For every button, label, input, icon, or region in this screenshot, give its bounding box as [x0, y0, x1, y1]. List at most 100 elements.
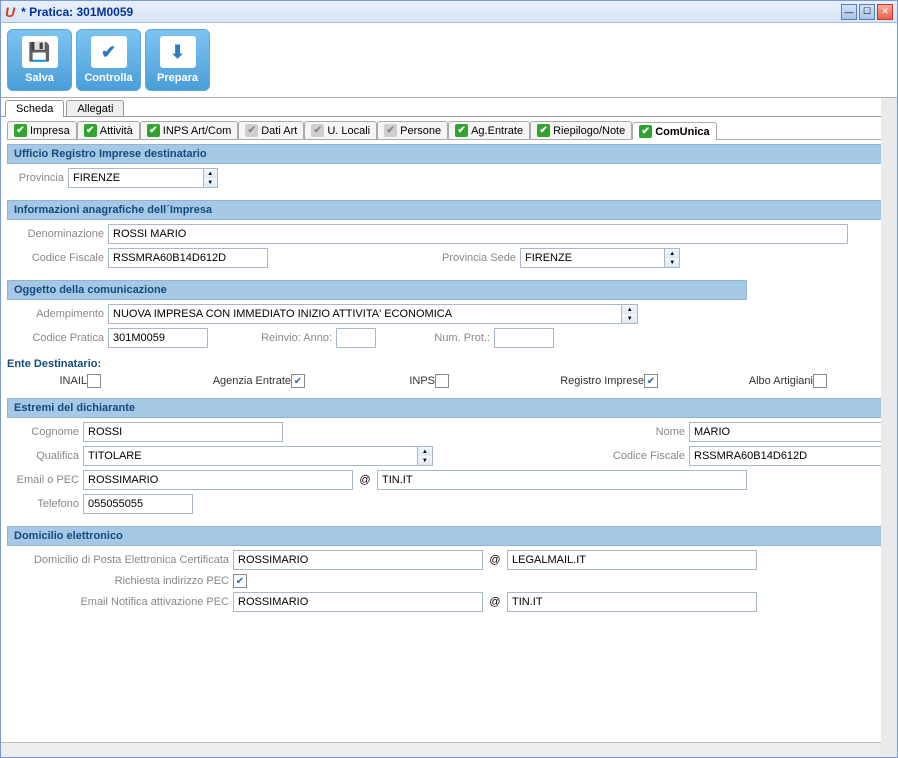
tab-comunica[interactable]: ✔ComUnica	[632, 122, 716, 140]
inps-checkbox[interactable]	[435, 374, 449, 388]
up-arrow-icon[interactable]: ▲	[418, 447, 432, 456]
prov-sede-input[interactable]	[521, 249, 664, 267]
check-icon: ✔	[245, 124, 258, 137]
horizontal-scrollbar[interactable]	[1, 742, 897, 757]
check-icon: ✔	[455, 124, 468, 137]
notifica-user-input[interactable]	[233, 592, 483, 612]
check-icon: ✔	[84, 124, 97, 137]
tab-scheda[interactable]: Scheda	[5, 100, 64, 117]
reinvio-label: Reinvio: Anno:	[232, 332, 332, 344]
qualifica-input[interactable]	[84, 447, 417, 465]
email-user-input[interactable]	[83, 470, 353, 490]
salva-button[interactable]: 💾 Salva	[7, 29, 72, 91]
tab-allegati[interactable]: Allegati	[66, 100, 124, 117]
pec-label: Domicilio di Posta Elettronica Certifica…	[9, 554, 229, 566]
ri-label: Registro Imprese	[544, 375, 644, 387]
outer-tabs: Scheda Allegati	[1, 98, 897, 117]
pec-user-input[interactable]	[233, 550, 483, 570]
provincia-label: Provincia	[9, 172, 64, 184]
prepara-label: Prepara	[157, 72, 198, 84]
content-area: Scheda Allegati ✔Impresa ✔Attività ✔INPS…	[1, 97, 897, 757]
reinvio-anno-input[interactable]	[336, 328, 376, 348]
down-arrow-icon[interactable]: ▼	[204, 178, 217, 187]
app-window: U * Pratica: 301M0059 — ☐ ✕ 💾 Salva ✔ Co…	[0, 0, 898, 758]
tab-inps[interactable]: ✔INPS Art/Com	[140, 121, 238, 139]
tel-label: Telefono	[9, 498, 79, 510]
up-arrow-icon[interactable]: ▲	[665, 249, 679, 258]
numprot-input[interactable]	[494, 328, 554, 348]
section-header-anagrafica: Informazioni anagrafiche dell´Impresa	[7, 200, 891, 220]
qualifica-spin[interactable]: ▲▼	[83, 446, 433, 466]
codprat-label: Codice Pratica	[9, 332, 104, 344]
maximize-button[interactable]: ☐	[859, 4, 875, 20]
tel-input[interactable]	[83, 494, 193, 514]
provincia-spin[interactable]: ▲▼	[68, 168, 218, 188]
tab-persone[interactable]: ✔Persone	[377, 121, 448, 139]
ae-checkbox[interactable]	[291, 374, 305, 388]
prepara-button[interactable]: ⬇ Prepara	[145, 29, 210, 91]
check-icon: ✔	[384, 124, 397, 137]
app-icon: U	[5, 4, 15, 20]
download-icon: ⬇	[160, 36, 196, 68]
email-domain-input[interactable]	[377, 470, 747, 490]
albo-checkbox[interactable]	[813, 374, 827, 388]
tab-dati-art[interactable]: ✔Dati Art	[238, 121, 304, 139]
titlebar: U * Pratica: 301M0059 — ☐ ✕	[1, 1, 897, 23]
tab-impresa[interactable]: ✔Impresa	[7, 121, 77, 139]
richiesta-checkbox[interactable]	[233, 574, 247, 588]
ri-checkbox[interactable]	[644, 374, 658, 388]
scroll-area: ✔Impresa ✔Attività ✔INPS Art/Com ✔Dati A…	[1, 116, 897, 742]
inner-tabs: ✔Impresa ✔Attività ✔INPS Art/Com ✔Dati A…	[7, 121, 891, 140]
pec-domain-input[interactable]	[507, 550, 757, 570]
at-symbol: @	[357, 474, 373, 486]
adempimento-label: Adempimento	[9, 308, 104, 320]
check-icon: ✔	[91, 36, 127, 68]
inail-checkbox[interactable]	[87, 374, 101, 388]
at-symbol: @	[487, 596, 503, 608]
notifica-domain-input[interactable]	[507, 592, 757, 612]
albo-label: Albo Artigiani	[733, 375, 813, 387]
inps-label: INPS	[400, 375, 435, 387]
qualifica-label: Qualifica	[9, 450, 79, 462]
minimize-button[interactable]: —	[841, 4, 857, 20]
numprot-label: Num. Prot.:	[410, 332, 490, 344]
controlla-button[interactable]: ✔ Controlla	[76, 29, 141, 91]
controlla-label: Controlla	[84, 72, 132, 84]
section-header-dichiarante: Estremi del dichiarante	[7, 398, 891, 418]
up-arrow-icon[interactable]: ▲	[622, 305, 637, 314]
cognome-input[interactable]	[83, 422, 283, 442]
vertical-scrollbar[interactable]	[881, 98, 897, 757]
tab-riepilogo[interactable]: ✔Riepilogo/Note	[530, 121, 632, 139]
tab-u-locali[interactable]: ✔U. Locali	[304, 121, 377, 139]
down-arrow-icon[interactable]: ▼	[622, 314, 637, 323]
provincia-input[interactable]	[69, 169, 203, 187]
section-header-oggetto: Oggetto della comunicazione	[7, 280, 747, 300]
cf-input[interactable]	[108, 248, 268, 268]
cognome-label: Cognome	[9, 426, 79, 438]
check-icon: ✔	[639, 125, 652, 138]
check-icon: ✔	[311, 124, 324, 137]
tab-ag-entrate[interactable]: ✔Ag.Entrate	[448, 121, 530, 139]
adempimento-spin[interactable]: ▲▼	[108, 304, 638, 324]
richiesta-label: Richiesta indirizzo PEC	[9, 575, 229, 587]
window-title: * Pratica: 301M0059	[21, 5, 841, 19]
notifica-label: Email Notifica attivazione PEC	[9, 596, 229, 608]
inail-label: INAIL	[47, 375, 87, 387]
nome-label: Nome	[635, 426, 685, 438]
down-arrow-icon[interactable]: ▼	[665, 258, 679, 267]
ae-label: Agenzia Entrate	[196, 375, 291, 387]
section-header-domicilio: Domicilio elettronico	[7, 526, 891, 546]
close-button[interactable]: ✕	[877, 4, 893, 20]
tab-attivita[interactable]: ✔Attività	[77, 121, 140, 139]
nome-input[interactable]	[689, 422, 889, 442]
down-arrow-icon[interactable]: ▼	[418, 456, 432, 465]
adempimento-input[interactable]	[109, 305, 621, 323]
denominazione-input[interactable]	[108, 224, 848, 244]
cf-dich-label: Codice Fiscale	[595, 450, 685, 462]
prov-sede-spin[interactable]: ▲▼	[520, 248, 680, 268]
check-icon: ✔	[14, 124, 27, 137]
ente-header: Ente Destinatario:	[7, 356, 891, 372]
up-arrow-icon[interactable]: ▲	[204, 169, 217, 178]
cf-dich-input[interactable]	[689, 446, 889, 466]
codprat-input[interactable]	[108, 328, 208, 348]
